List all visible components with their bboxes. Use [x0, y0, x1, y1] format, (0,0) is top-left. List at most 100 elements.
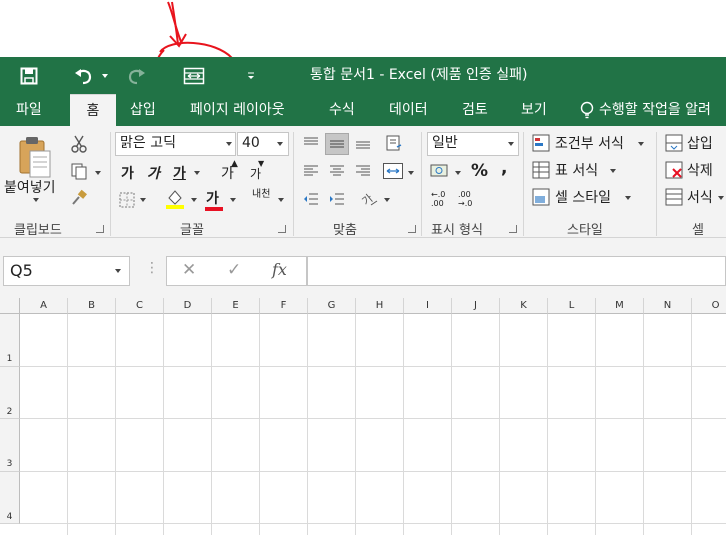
- fill-color-dropdown-icon[interactable]: [191, 198, 197, 202]
- font-name-dropdown-icon[interactable]: [226, 142, 232, 146]
- tab-review[interactable]: 검토: [462, 94, 488, 126]
- customize-qat-icon[interactable]: [244, 57, 258, 94]
- column-header-l[interactable]: L: [548, 298, 596, 314]
- undo-icon[interactable]: [70, 57, 96, 94]
- align-middle-icon[interactable]: [325, 133, 349, 155]
- delete-cells-button[interactable]: 삭제: [687, 160, 713, 180]
- row-header-2[interactable]: 2: [0, 366, 20, 419]
- enter-icon[interactable]: ✓: [227, 260, 241, 280]
- font-launcher-icon[interactable]: [278, 225, 286, 233]
- accounting-format-icon[interactable]: [429, 161, 453, 181]
- underline-dropdown-icon[interactable]: [194, 171, 200, 175]
- alignment-launcher-icon[interactable]: [408, 225, 416, 233]
- text-orientation-icon[interactable]: 가: [357, 188, 381, 210]
- format-as-table-icon[interactable]: [531, 160, 551, 180]
- copy-dropdown-icon[interactable]: [95, 171, 101, 175]
- percent-button[interactable]: %: [471, 161, 488, 181]
- formula-input[interactable]: [307, 256, 726, 286]
- column-header-h[interactable]: H: [356, 298, 404, 314]
- cell-styles-button[interactable]: 셀 스타일: [555, 187, 611, 207]
- row-header-3[interactable]: 3: [0, 419, 20, 472]
- column-header-f[interactable]: F: [260, 298, 308, 314]
- format-cells-button[interactable]: 서식: [687, 187, 713, 207]
- increase-indent-icon[interactable]: [327, 190, 347, 208]
- tab-insert[interactable]: 삽입: [130, 94, 156, 126]
- column-header-o[interactable]: O: [692, 298, 726, 314]
- insert-cells-button[interactable]: 삽입: [687, 133, 713, 153]
- column-header-n[interactable]: N: [644, 298, 692, 314]
- font-color-dropdown-icon[interactable]: [230, 198, 236, 202]
- font-size-dropdown-icon[interactable]: [277, 142, 283, 146]
- row-header-1[interactable]: 1: [0, 314, 20, 367]
- column-header-j[interactable]: J: [452, 298, 500, 314]
- bold-button[interactable]: 가: [121, 163, 134, 183]
- column-header-m[interactable]: M: [596, 298, 644, 314]
- font-name-select[interactable]: 맑은 고딕: [115, 132, 236, 156]
- tell-me-box[interactable]: 수행할 작업을 알려: [580, 94, 711, 126]
- row-header-4[interactable]: 4: [0, 471, 20, 524]
- insert-function-icon[interactable]: fx: [272, 260, 287, 279]
- format-as-table-dropdown-icon[interactable]: [610, 169, 616, 173]
- increase-decimal-button[interactable]: ←.0 .00: [431, 190, 453, 208]
- underline-button[interactable]: 가: [173, 163, 186, 183]
- cell-styles-icon[interactable]: [531, 187, 551, 207]
- align-top-icon[interactable]: [301, 134, 321, 152]
- column-header-c[interactable]: C: [116, 298, 164, 314]
- tab-formulas[interactable]: 수식: [329, 94, 355, 126]
- column-header-b[interactable]: B: [68, 298, 116, 314]
- save-icon[interactable]: [16, 57, 42, 94]
- merge-center-icon[interactable]: [180, 57, 208, 94]
- name-box[interactable]: Q5: [3, 256, 130, 286]
- tab-home[interactable]: 홈: [70, 94, 116, 126]
- italic-button[interactable]: 가: [147, 163, 160, 183]
- align-bottom-icon[interactable]: [353, 134, 373, 152]
- orientation-icon[interactable]: [382, 133, 404, 153]
- number-format-select[interactable]: 일반: [427, 132, 519, 156]
- number-format-dropdown-icon[interactable]: [508, 142, 514, 146]
- column-header-d[interactable]: D: [164, 298, 212, 314]
- align-right-icon[interactable]: [353, 162, 373, 180]
- cancel-icon[interactable]: ✕: [182, 260, 196, 280]
- cell-styles-dropdown-icon[interactable]: [625, 196, 631, 200]
- align-left-icon[interactable]: [301, 162, 321, 180]
- tab-view[interactable]: 보기: [521, 94, 547, 126]
- phonetic-dropdown-icon[interactable]: [278, 198, 284, 202]
- conditional-dropdown-icon[interactable]: [638, 142, 644, 146]
- clipboard-launcher-icon[interactable]: [96, 225, 104, 233]
- format-cells-icon[interactable]: [664, 187, 684, 207]
- decrease-indent-icon[interactable]: [301, 190, 321, 208]
- merge-center-ribbon-icon[interactable]: [381, 161, 405, 181]
- redo-icon[interactable]: [124, 57, 150, 94]
- phonetic-button[interactable]: 내천: [252, 190, 270, 200]
- format-cells-dropdown-icon[interactable]: [718, 196, 724, 200]
- column-header-g[interactable]: G: [308, 298, 356, 314]
- conditional-formatting-button[interactable]: 조건부 서식: [555, 133, 624, 153]
- column-header-e[interactable]: E: [212, 298, 260, 314]
- name-box-dropdown-icon[interactable]: [115, 269, 121, 273]
- column-header-i[interactable]: I: [404, 298, 452, 314]
- paste-dropdown-icon[interactable]: [33, 198, 39, 202]
- undo-dropdown-icon[interactable]: [102, 74, 108, 78]
- copy-icon[interactable]: [68, 161, 90, 181]
- font-color-button[interactable]: 가: [206, 188, 219, 208]
- insert-cells-icon[interactable]: [664, 133, 684, 153]
- tab-file[interactable]: 파일: [16, 94, 42, 126]
- tab-data[interactable]: 데이터: [389, 94, 428, 126]
- accounting-dropdown-icon[interactable]: [455, 171, 461, 175]
- borders-dropdown-icon[interactable]: [140, 198, 146, 202]
- align-center-icon[interactable]: [327, 162, 347, 180]
- cut-icon[interactable]: [68, 134, 90, 154]
- paste-icon[interactable]: [14, 134, 54, 180]
- tab-page-layout[interactable]: 페이지 레이아웃: [190, 94, 285, 126]
- comma-button[interactable]: ,: [501, 158, 507, 178]
- worksheet-grid[interactable]: ABCDEFGHIJKLMNO 1234: [0, 298, 726, 535]
- delete-cells-icon[interactable]: [664, 160, 684, 180]
- fill-color-icon[interactable]: [164, 188, 186, 210]
- select-all-corner[interactable]: [0, 298, 20, 314]
- paste-label[interactable]: 붙여넣기: [4, 177, 56, 197]
- decrease-decimal-button[interactable]: .00 →.0: [458, 190, 480, 208]
- format-painter-icon[interactable]: [68, 188, 90, 208]
- text-orientation-dropdown-icon[interactable]: [384, 198, 390, 202]
- borders-icon[interactable]: [117, 190, 137, 210]
- conditional-formatting-icon[interactable]: [531, 133, 551, 153]
